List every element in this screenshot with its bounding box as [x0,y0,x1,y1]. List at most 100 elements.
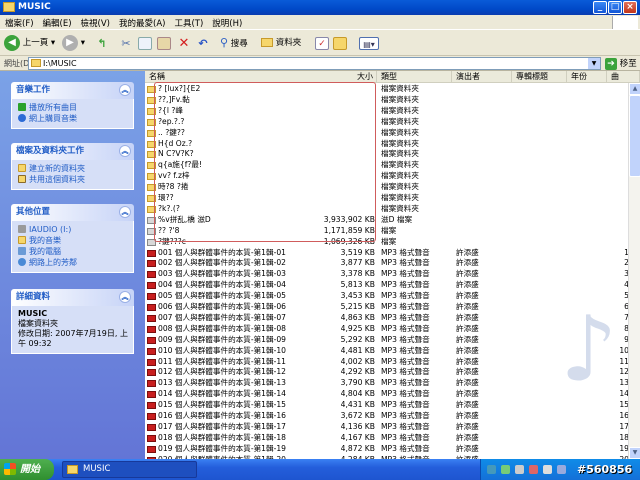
new-folder-link[interactable]: 建立新的資料夾 [18,163,133,174]
file-row[interactable]: %v拼乱,橋 滋D 3,933,902 KB 滋D 檔案 [145,215,628,226]
file-row[interactable]: 014 個人與群體事件的本質-第1輯-14 4,804 KB MP3 格式聲音 許添盛… [145,389,629,400]
details-header[interactable]: 詳細資料 ︽ [11,289,134,306]
file-row[interactable]: 016 個人與群體事件的本質-第1輯-16 3,672 KB MP3 格式聲音 許添盛… [145,411,629,422]
place-iaudio-drive[interactable]: IAUDIO (I:) [18,224,133,235]
file-track: 11 [619,356,629,366]
tray-icon[interactable] [529,465,538,474]
drive-icon [18,225,26,233]
collapse-icon[interactable]: ︽ [119,84,131,96]
file-row[interactable]: ? [lux?]{E2 檔案資料夾 [145,84,628,95]
file-row[interactable]: 時?8 ?捲 檔案資料夾 [145,182,628,193]
scroll-up-icon[interactable]: ▲ [629,83,640,95]
place-network[interactable]: 網路上的芳鄰 [18,257,133,268]
share-folder-link[interactable]: 共用這個資料夾 [18,174,133,185]
file-row[interactable]: 005 個人與群體事件的本質-第1輯-05 3,453 KB MP3 格式聲音 許添盛… [145,291,629,302]
menu-file[interactable]: 檔案(F) [0,15,38,29]
file-row[interactable]: 011 個人與群體事件的本質-第1輯-11 4,002 KB MP3 格式聲音 許添盛… [145,356,629,368]
move-to-button[interactable]: ✓ [315,37,329,50]
audio-file-icon [147,282,156,290]
minimize-button[interactable]: _ [593,1,607,14]
shop-music-link[interactable]: 網上購買音樂 [18,113,133,124]
file-row[interactable]: 007 個人與群體事件的本質-第1輯-07 4,863 KB MP3 格式聲音 許添盛… [145,312,629,324]
file-row[interactable]: ?ep.?.? 檔案資料夾 [145,117,628,128]
file-track: 7 [624,312,629,322]
col-track[interactable]: 曲 [607,71,640,82]
file-row[interactable]: ??,]Fv.黏 檔案資料夾 [145,95,628,106]
dropdown-arrow-icon[interactable]: ▼ [588,58,600,69]
file-row[interactable]: ?鍵???c 1,069,326 KB 檔案 [145,237,628,248]
file-row[interactable]: q{a施{f?最! 檔案資料夾 [145,160,628,171]
start-button[interactable]: 開始 [0,459,54,480]
music-tasks-header[interactable]: 音樂工作 ︽ [11,82,134,99]
file-row[interactable]: 010 個人與群體事件的本質-第1輯-10 4,481 KB MP3 格式聲音 許添盛… [145,346,629,357]
col-album[interactable]: 專輯標題 [512,71,567,82]
other-places-header[interactable]: 其他位置 ︽ [11,204,134,221]
place-my-music[interactable]: 我的音樂 [18,235,133,246]
col-artist[interactable]: 演出者 [452,71,512,82]
menu-view[interactable]: 檢視(V) [76,15,114,29]
file-row[interactable]: 013 個人與群體事件的本質-第1輯-13 3,790 KB MP3 格式聲音 許添盛… [145,378,629,389]
forward-button[interactable]: ▶ ▾ [62,34,85,52]
collapse-icon[interactable]: ︽ [119,145,131,157]
file-row[interactable]: 環?? 檔案資料夾 [145,193,628,204]
file-row[interactable]: .. ?鍵?? 檔案資料夾 [145,128,628,139]
file-row[interactable]: vv? f.z梓 檔案資料夾 [145,171,628,182]
collapse-icon[interactable]: ︽ [119,291,131,303]
file-row[interactable]: H{d Oz.? 檔案資料夾 [145,139,628,150]
scroll-down-icon[interactable]: ▼ [629,447,640,459]
back-button[interactable]: ◀ 上一頁 ▾ [4,34,55,52]
collapse-icon[interactable]: ︽ [119,206,131,218]
play-all-link[interactable]: 播放所有曲目 [18,102,133,113]
file-row[interactable]: ?{l ?峰 檔案資料夾 [145,106,628,117]
file-row[interactable]: ?? ?'8 1,171,859 KB 檔案 [145,226,628,237]
copy-button[interactable] [138,37,152,50]
tray-icon[interactable] [543,465,552,474]
tray-icon[interactable] [557,465,566,474]
tray-icon[interactable] [487,465,496,474]
file-row[interactable]: 004 個人與群體事件的本質-第1輯-04 5,813 KB MP3 格式聲音 許添盛… [145,280,629,291]
taskbar: 開始 MUSIC [0,459,640,480]
file-row[interactable]: 003 個人與群體事件的本質-第1輯-03 3,378 KB MP3 格式聲音 許添盛… [145,269,629,280]
close-button[interactable]: × [623,1,637,14]
menu-help[interactable]: 說明(H) [207,15,246,29]
up-folder-button[interactable]: ↰ [95,37,109,50]
go-button[interactable]: ➔ 移至 [605,57,637,70]
col-size[interactable]: 大小 [325,71,377,82]
menu-favorites[interactable]: 我的最愛(A) [114,15,169,29]
file-row[interactable]: ?k?.(? 檔案資料夾 [145,204,628,215]
file-tasks-header[interactable]: 檔案及資料夾工作 ︽ [11,143,134,160]
menu-edit[interactable]: 編輯(E) [38,15,76,29]
copy-to-button[interactable] [333,37,347,50]
tray-icon[interactable] [501,465,510,474]
undo-button[interactable]: ↶ [196,37,210,50]
place-my-computer[interactable]: 我的電腦 [18,246,133,257]
paste-button[interactable] [157,37,171,50]
file-row[interactable]: 019 個人與群體事件的本質-第1輯-19 4,872 KB MP3 格式聲音 許添盛… [145,444,629,455]
file-row[interactable]: 006 個人與群體事件的本質-第1輯-06 5,215 KB MP3 格式聲音 許添盛… [145,302,629,313]
file-row[interactable]: 012 個人與群體事件的本質-第1輯-12 4,292 KB MP3 格式聲音 許添盛… [145,367,629,378]
vertical-scrollbar[interactable]: ▲ ▼ [628,83,640,459]
menu-tools[interactable]: 工具(T) [169,15,207,29]
delete-button[interactable]: ✕ [177,37,191,50]
scroll-thumb[interactable] [629,95,640,177]
cut-button[interactable]: ✂ [119,37,133,50]
taskbar-item-music[interactable]: MUSIC [62,461,197,478]
col-year[interactable]: 年份 [567,71,607,82]
search-button[interactable]: ⚲ 搜尋 [220,34,248,52]
folders-button[interactable]: 資料夾 [261,34,301,52]
file-row[interactable]: N C?V?K? 檔案資料夾 [145,149,628,160]
tray-icon[interactable] [515,465,524,474]
audio-file-icon [147,358,156,366]
file-row[interactable]: 002 個人與群體事件的本質-第1輯-02 3,877 KB MP3 格式聲音 許添盛… [145,258,629,269]
file-row[interactable]: 015 個人與群體事件的本質-第1輯-15 4,431 KB MP3 格式聲音 許添盛… [145,400,629,411]
views-button[interactable]: ▤▾ [359,37,379,50]
maximize-button[interactable]: □ [608,1,622,14]
file-row[interactable]: 009 個人與群體事件的本質-第1輯-09 5,292 KB MP3 格式聲音 許添盛… [145,335,629,346]
file-name: .. ?鍵?? [158,127,185,137]
file-row[interactable]: 008 個人與群體事件的本質-第1輯-08 4,925 KB MP3 格式聲音 許添盛… [145,324,629,335]
col-type[interactable]: 類型 [377,71,452,82]
file-row[interactable]: 001 個人與群體事件的本質-第1輯-01 3,519 KB MP3 格式聲音 許添盛… [145,248,629,259]
address-input[interactable]: I:\MUSIC ▼ [28,57,601,70]
file-row[interactable]: 018 個人與群體事件的本質-第1輯-18 4,167 KB MP3 格式聲音 許添盛… [145,433,629,444]
file-row[interactable]: 017 個人與群體事件的本質-第1輯-17 4,136 KB MP3 格式聲音 許添盛… [145,422,629,433]
